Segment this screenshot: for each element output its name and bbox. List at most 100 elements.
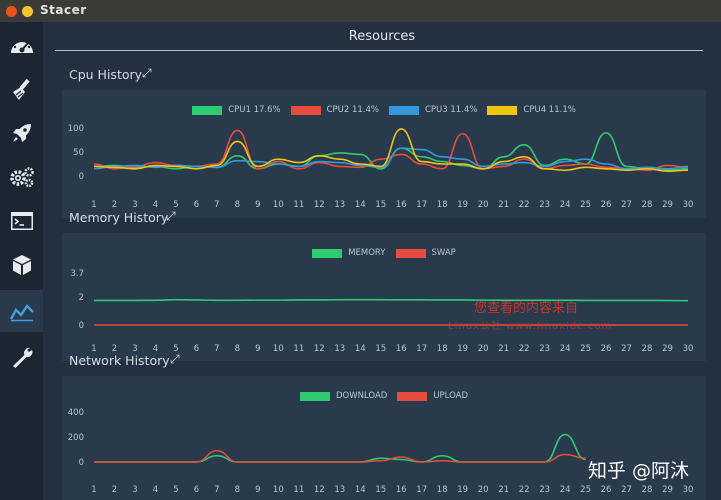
window-title: Stacer bbox=[40, 3, 87, 17]
x-tick-label: 11 bbox=[293, 485, 304, 495]
x-tick-label: 20 bbox=[478, 485, 489, 495]
network-expand-icon[interactable]: ⤢ bbox=[170, 352, 180, 367]
x-tick-label: 24 bbox=[560, 200, 571, 210]
x-tick-label: 26 bbox=[601, 485, 612, 495]
sidebar-item-settings[interactable] bbox=[0, 336, 43, 378]
x-tick-label: 1 bbox=[91, 200, 96, 210]
x-tick-label: 20 bbox=[478, 344, 489, 354]
x-tick-label: 4 bbox=[153, 200, 158, 210]
series-line bbox=[93, 128, 689, 173]
x-tick-label: 19 bbox=[457, 344, 468, 354]
x-tick-label: 19 bbox=[457, 200, 468, 210]
x-tick-label: 26 bbox=[601, 200, 612, 210]
y-tick-label: 50 bbox=[73, 148, 84, 158]
x-tick-label: 6 bbox=[194, 200, 199, 210]
sidebar-item-processes[interactable] bbox=[0, 200, 43, 242]
x-tick-label: 29 bbox=[662, 485, 673, 495]
x-tick-label: 23 bbox=[539, 200, 550, 210]
x-tick-label: 2 bbox=[112, 485, 117, 495]
x-tick-label: 16 bbox=[396, 200, 407, 210]
x-tick-label: 18 bbox=[437, 200, 448, 210]
cpu-expand-icon[interactable]: ⤢ bbox=[142, 66, 152, 81]
sidebar-item-startup[interactable] bbox=[0, 112, 43, 154]
x-tick-label: 8 bbox=[235, 485, 240, 495]
y-tick-label: 0 bbox=[79, 321, 84, 331]
x-tick-label: 22 bbox=[519, 485, 530, 495]
memory-chart: 023.71 2 3 4 5 6 7 8 9 10 11 12 13 14 15 16 17 18 19 20 21 22… bbox=[70, 269, 694, 354]
x-tick-label: 12 bbox=[314, 200, 325, 210]
x-tick-label: 24 bbox=[560, 344, 571, 354]
y-tick-label: 0 bbox=[79, 458, 84, 468]
network-history-title: Network History bbox=[69, 353, 170, 368]
x-tick-label: 22 bbox=[519, 344, 530, 354]
series-line bbox=[94, 298, 689, 302]
x-tick-label: 15 bbox=[375, 344, 386, 354]
gears-icon bbox=[9, 167, 34, 188]
y-tick-label: 2 bbox=[79, 293, 84, 303]
x-tick-label: 12 bbox=[314, 344, 325, 354]
chart-icon bbox=[9, 304, 34, 322]
wrench-icon bbox=[12, 347, 32, 368]
x-tick-label: 4 bbox=[153, 485, 158, 495]
x-tick-label: 30 bbox=[683, 485, 694, 495]
memory-chart-panel: MEMORY SWAP 0 2 3.7 1 2 3 4 5 6 7 8 9 10 11 12 13 14 15 16 1… bbox=[62, 233, 706, 361]
close-window-button[interactable] bbox=[6, 6, 17, 17]
sidebar-item-resources[interactable] bbox=[0, 290, 43, 332]
x-tick-label: 25 bbox=[580, 344, 591, 354]
window-titlebar: Stacer bbox=[0, 0, 721, 22]
x-tick-label: 9 bbox=[255, 485, 260, 495]
y-tick-label: 3.7 bbox=[70, 269, 84, 279]
x-tick-label: 9 bbox=[255, 344, 260, 354]
x-tick-label: 25 bbox=[580, 485, 591, 495]
x-tick-label: 30 bbox=[683, 344, 694, 354]
x-tick-label: 22 bbox=[519, 200, 530, 210]
memory-history-title: Memory History bbox=[69, 210, 169, 225]
x-tick-label: 10 bbox=[273, 485, 284, 495]
x-tick-label: 26 bbox=[601, 344, 612, 354]
cpu-chart-panel: CPU1 17.6% CPU2 11.4% CPU3 11.4% CPU4 11.1%… bbox=[62, 90, 706, 218]
x-tick-label: 29 bbox=[662, 344, 673, 354]
x-tick-label: 10 bbox=[273, 200, 284, 210]
sidebar-item-uninstaller[interactable] bbox=[0, 244, 43, 286]
x-tick-label: 21 bbox=[498, 200, 509, 210]
x-tick-label: 16 bbox=[396, 344, 407, 354]
x-tick-label: 21 bbox=[498, 344, 509, 354]
x-tick-label: 18 bbox=[437, 344, 448, 354]
x-tick-label: 28 bbox=[642, 200, 653, 210]
x-tick-label: 21 bbox=[498, 485, 509, 495]
cpu-history-title: Cpu History bbox=[69, 67, 143, 82]
series-line bbox=[93, 449, 586, 463]
title-divider bbox=[55, 50, 703, 51]
sidebar-item-dashboard[interactable] bbox=[0, 25, 43, 67]
dashboard-icon bbox=[10, 38, 33, 53]
x-tick-label: 28 bbox=[642, 344, 653, 354]
x-tick-label: 17 bbox=[416, 485, 427, 495]
cpu-chart: 0501001 2 3 4 5 6 7 8 9 10 11 12 13 14 15 16 17 18 19 20 21 2… bbox=[68, 124, 694, 210]
sidebar-item-services[interactable] bbox=[0, 156, 43, 198]
x-tick-label: 27 bbox=[621, 344, 632, 354]
x-tick-label: 8 bbox=[235, 344, 240, 354]
terminal-icon bbox=[10, 212, 33, 230]
x-tick-label: 28 bbox=[642, 485, 653, 495]
x-tick-label: 14 bbox=[355, 485, 366, 495]
x-tick-label: 7 bbox=[214, 200, 219, 210]
sidebar-item-cleaner[interactable] bbox=[0, 69, 43, 111]
watermark-url: Linux公社 www.linuxidc.com bbox=[448, 321, 613, 332]
x-tick-label: 17 bbox=[416, 200, 427, 210]
package-icon bbox=[12, 255, 31, 275]
x-tick-label: 20 bbox=[478, 200, 489, 210]
x-tick-label: 23 bbox=[539, 344, 550, 354]
x-tick-label: 18 bbox=[437, 485, 448, 495]
x-tick-label: 11 bbox=[293, 344, 304, 354]
x-tick-label: 15 bbox=[375, 200, 386, 210]
x-tick-label: 6 bbox=[194, 344, 199, 354]
x-tick-label: 30 bbox=[683, 200, 694, 210]
y-tick-label: 100 bbox=[68, 124, 84, 134]
x-tick-label: 13 bbox=[334, 344, 345, 354]
memory-expand-icon[interactable]: ⤢ bbox=[166, 209, 176, 224]
series-line bbox=[93, 131, 689, 172]
x-tick-label: 14 bbox=[355, 200, 366, 210]
series-line bbox=[93, 433, 586, 463]
minimize-window-button[interactable] bbox=[22, 6, 33, 17]
resources-page: Resources Cpu History ⤢ CPU1 17.6% CPU2 1… bbox=[43, 22, 721, 500]
